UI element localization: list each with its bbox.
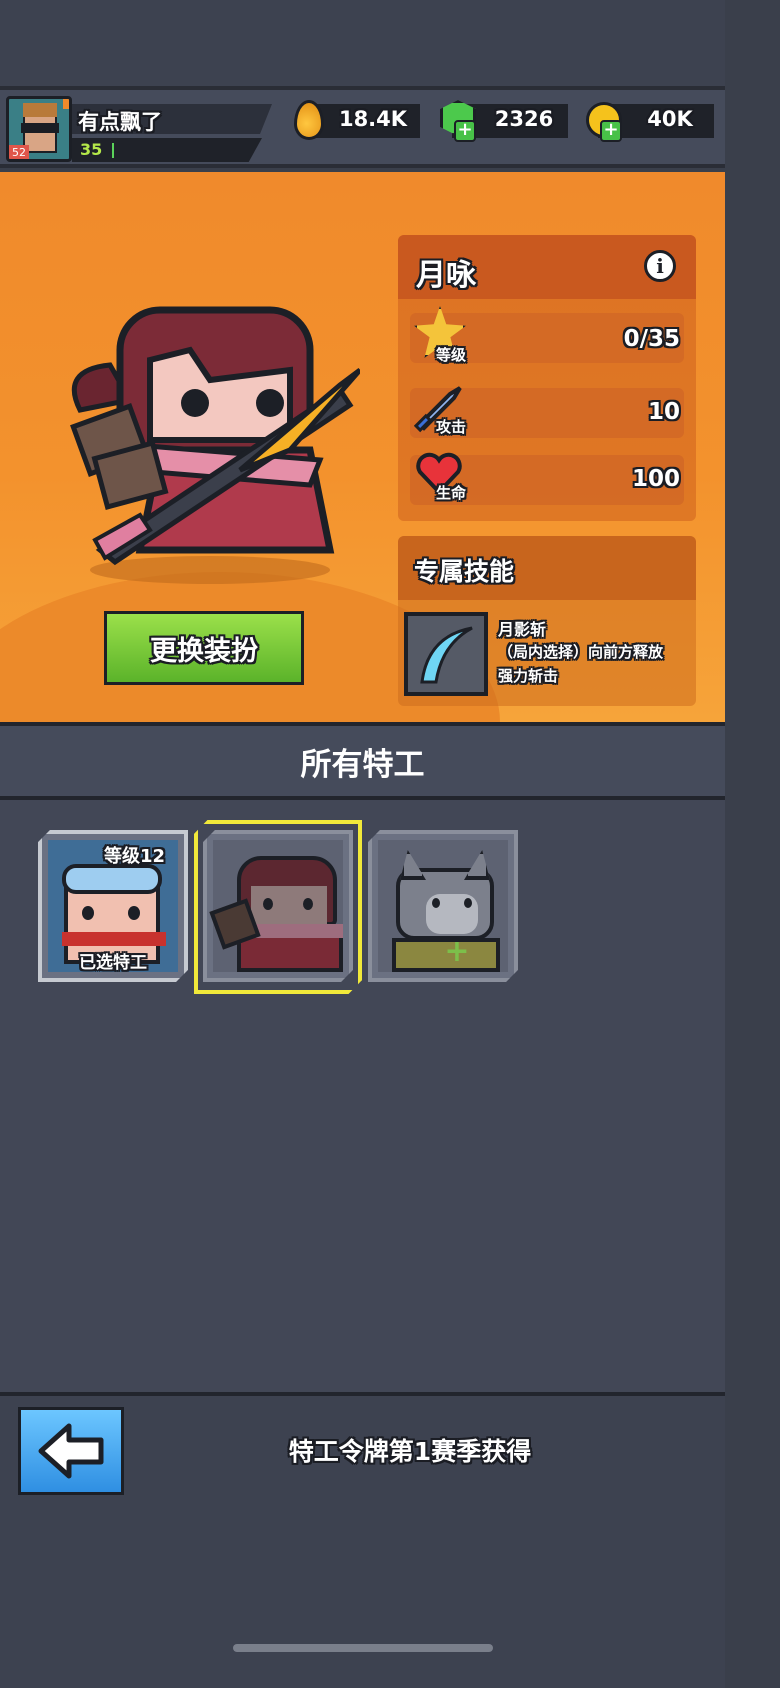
agent-eye-left [82, 906, 94, 920]
stat-label-level: 等级 [436, 346, 467, 364]
agents-title: 所有特工 [0, 722, 725, 800]
add-coin-icon[interactable]: + [600, 120, 622, 142]
cat-eye-left [432, 898, 440, 908]
unlock-source-text: 特工令牌第1赛季获得 [288, 1437, 532, 1466]
agent-card-cat[interactable]: + [368, 830, 518, 982]
xp-bar-fill [112, 143, 114, 158]
skill-desc-line2: 强力斩击 [498, 667, 559, 685]
agent-eye-left [263, 898, 273, 910]
avatar-hair [23, 103, 57, 117]
agent-eye-right [128, 906, 140, 920]
selected-agent-label: 已选特工 [79, 953, 147, 973]
arrow-left-icon [38, 1423, 104, 1479]
stat-value-attack: 10 [647, 399, 680, 425]
change-outfit-button[interactable]: 更换装扮 [104, 611, 304, 685]
agent-scarf [62, 932, 166, 946]
agent-eye-right [303, 898, 313, 910]
skill-name: 月影斩 [498, 620, 547, 639]
status-bar-area [0, 0, 725, 90]
gem-value: 2326 [494, 107, 554, 131]
cat-eye-right [464, 898, 472, 908]
agent-card-goggles[interactable]: 等级12 已选特工 [38, 830, 188, 982]
fuel-value: 18.4K [338, 107, 408, 131]
character-figure [40, 290, 362, 590]
player-name: 有点飘了 [78, 110, 162, 134]
coin-value: 40K [647, 107, 693, 131]
stat-label-attack: 攻击 [436, 418, 467, 436]
avatar-sunglasses [21, 123, 59, 133]
character-name: 月咏 [416, 258, 476, 293]
medic-cross-icon: + [444, 934, 470, 969]
goggles [62, 864, 162, 894]
skill-section-title: 专属技能 [414, 557, 515, 586]
agent-card-ninja-girl[interactable] [203, 830, 353, 982]
skill-desc-line1: （局内选择）向前方释放 [498, 643, 664, 661]
player-level: 35 [80, 140, 103, 159]
fuel-drop-icon [294, 100, 324, 140]
notification-dot [63, 99, 69, 109]
stat-label-hp: 生命 [436, 484, 467, 502]
ninja-girl-illustration [70, 306, 362, 584]
agent-scarf [247, 924, 343, 938]
add-gem-icon[interactable]: + [454, 120, 476, 142]
player-avatar[interactable]: 52 [6, 96, 72, 162]
agent-level-label: 等级12 [104, 846, 166, 867]
back-button[interactable] [18, 1407, 124, 1495]
crescent-slash-icon [420, 626, 473, 684]
home-indicator[interactable] [233, 1644, 493, 1652]
skill-slot[interactable] [404, 612, 488, 696]
stat-value-hp: 100 [631, 466, 680, 492]
avatar-badge: 52 [9, 145, 29, 159]
stat-value-level: 0/35 [623, 326, 680, 352]
info-icon[interactable]: i [644, 250, 676, 282]
